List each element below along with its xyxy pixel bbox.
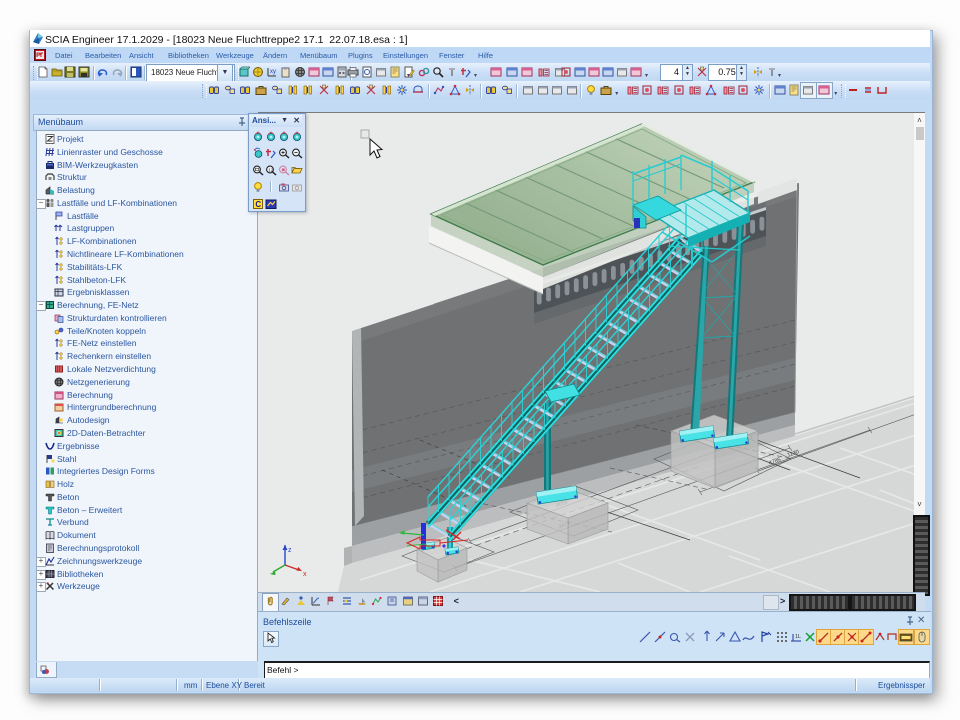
svg-text:z: z bbox=[288, 547, 292, 554]
svg-text:12: 12 bbox=[268, 167, 274, 172]
svg-text:1L: 1L bbox=[795, 634, 801, 640]
svg-text:xy: xy bbox=[270, 69, 276, 75]
svg-text:x: x bbox=[303, 571, 307, 578]
svg-text:C: C bbox=[255, 200, 261, 209]
